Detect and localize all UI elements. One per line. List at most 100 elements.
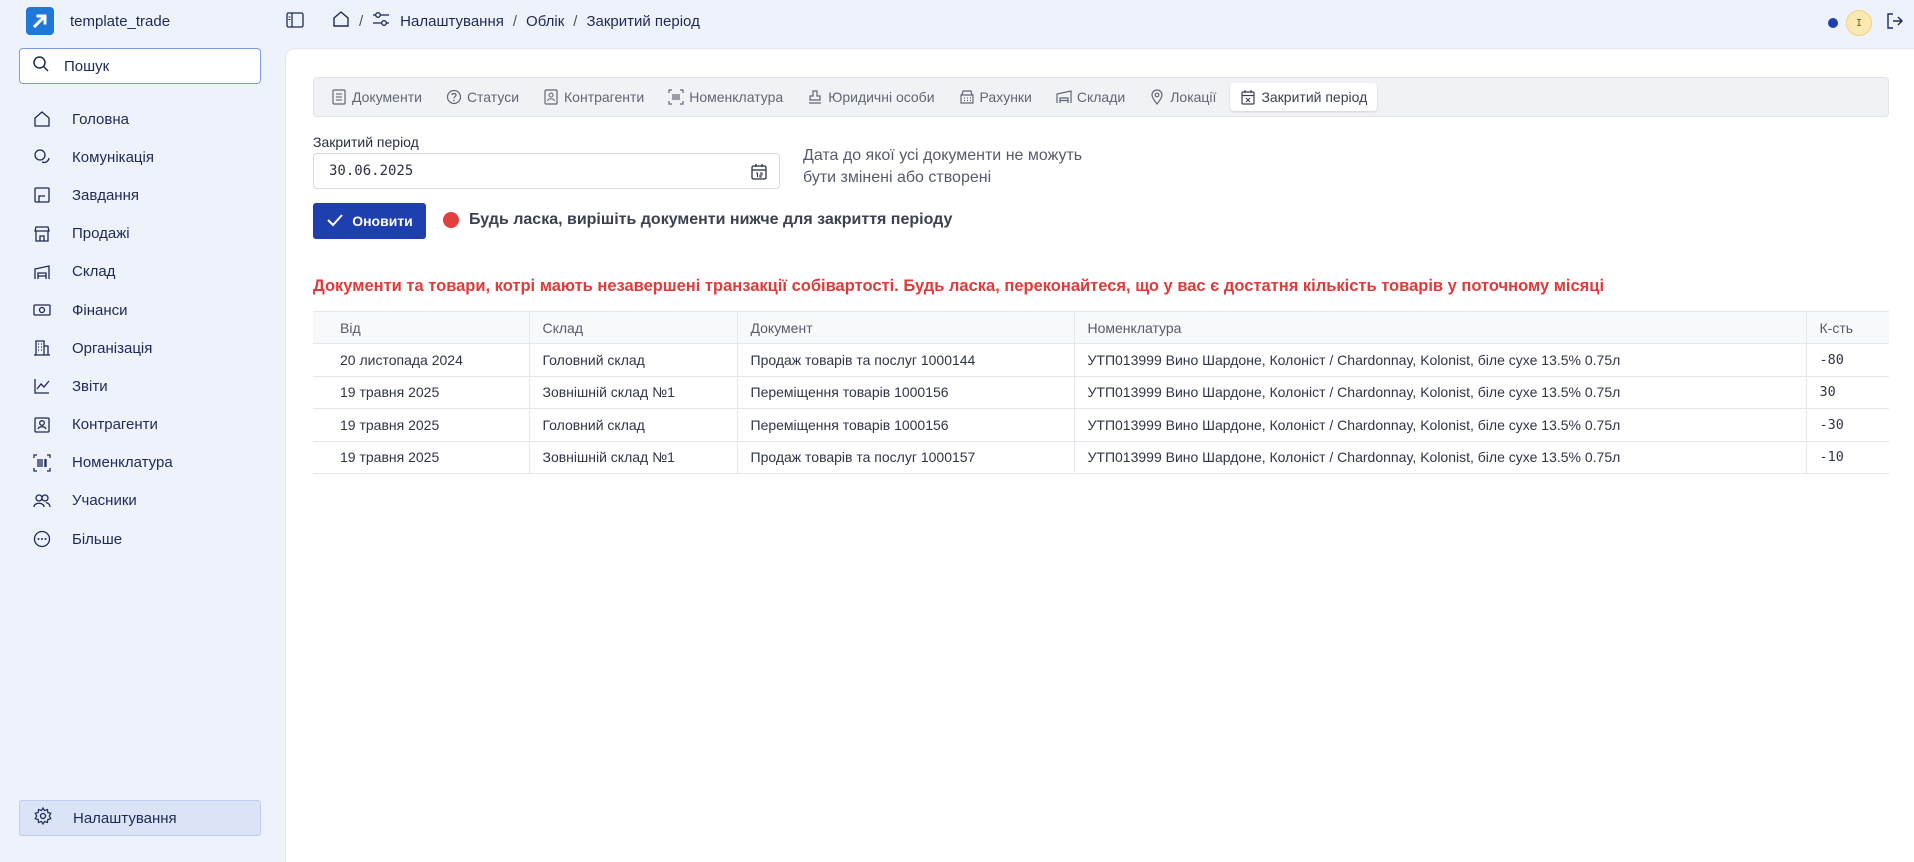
tab-label: Юридичні особи — [828, 89, 935, 105]
gear-icon — [34, 806, 52, 829]
cell-date: 19 травня 2025 — [313, 441, 529, 474]
tab-label: Закритий період — [1261, 89, 1368, 105]
sidebar-item-home[interactable]: Головна — [19, 100, 261, 138]
closed-period-date-input[interactable]: 30.06.2025 — [313, 153, 780, 189]
sidebar-item-contractors[interactable]: Контрагенти — [19, 406, 261, 444]
cell-nomenclature: УТП013999 Вино Шардоне, Колоніст / Chard… — [1073, 376, 1806, 409]
top-right-actions: I — [1828, 10, 1904, 36]
cell-warehouse: Зовнішній склад №1 — [528, 376, 737, 409]
table-row[interactable]: 19 травня 2025 Зовнішній склад №1 Перемі… — [313, 376, 1889, 409]
cell-quantity: -10 — [1805, 441, 1889, 474]
sidebar-item-label: Учасники — [72, 492, 137, 510]
search-icon — [32, 55, 50, 77]
cell-nomenclature: УТП013999 Вино Шардоне, Колоніст / Chard… — [1073, 441, 1806, 474]
contact-icon — [33, 416, 51, 434]
sidebar-item-label: Склад — [72, 263, 116, 281]
sidebar-item-settings[interactable]: Налаштування — [19, 800, 261, 836]
sidebar-toggle-icon[interactable] — [286, 12, 304, 28]
sidebar-item-label: Більше — [72, 530, 123, 548]
table-row[interactable]: 19 травня 2025 Головний склад Переміщенн… — [313, 408, 1889, 442]
calendar-icon[interactable] — [751, 163, 767, 184]
tab-label: Номенклатура — [689, 89, 784, 105]
sidebar-item-warehouse[interactable]: Склад — [19, 253, 261, 291]
tab-documents[interactable]: Документи — [321, 83, 432, 111]
cell-document[interactable]: Переміщення товарів 1000156 — [736, 408, 1074, 442]
refresh-button[interactable]: Оновити — [313, 203, 426, 239]
top-bar: / Налаштування / Облік / Закритий період… — [284, 0, 1914, 42]
sidebar-item-label: Продажі — [72, 225, 130, 243]
warning-message: Будь ласка, вирішіть документи нижче для… — [443, 211, 952, 229]
sidebar-item-label: Звіти — [72, 377, 108, 395]
cell-document[interactable]: Продаж товарів та послуг 1000144 — [736, 343, 1074, 377]
sidebar-item-label: Головна — [72, 110, 129, 128]
sidebar-item-participants[interactable]: Учасники — [19, 482, 261, 520]
cell-nomenclature: УТП013999 Вино Шардоне, Колоніст / Chard… — [1073, 408, 1806, 442]
search-input[interactable]: Пошук — [19, 48, 261, 84]
tab-label: Документи — [352, 89, 422, 105]
breadcrumb-accounting[interactable]: Облік — [526, 13, 564, 30]
sidebar-item-communication[interactable]: Комунікація — [19, 138, 261, 176]
tab-label: Склади — [1076, 89, 1126, 105]
warehouse-icon — [1056, 89, 1072, 105]
breadcrumb-settings[interactable]: Налаштування — [372, 11, 504, 31]
home-icon — [33, 110, 51, 128]
sidebar-item-label: Фінанси — [72, 301, 128, 319]
breadcrumb-separator: / — [573, 12, 578, 30]
table-row[interactable]: 20 листопада 2024 Головний склад Продаж … — [313, 343, 1889, 377]
column-header-warehouse[interactable]: Склад — [528, 311, 737, 344]
cell-warehouse: Зовнішній склад №1 — [528, 441, 737, 474]
breadcrumb-current: Закритий період — [586, 12, 700, 30]
calendar-icon — [1240, 89, 1256, 105]
cell-warehouse: Головний склад — [528, 408, 737, 442]
sidebar-item-reports[interactable]: Звіти — [19, 367, 261, 405]
tab-nomenclature[interactable]: Номенклатура — [658, 83, 793, 111]
building-icon — [33, 339, 51, 357]
sidebar: template_trade Пошук Головна Комунікація… — [0, 0, 284, 862]
stamp-icon — [807, 89, 823, 105]
sidebar-item-sales[interactable]: Продажі — [19, 215, 261, 253]
tab-warehouses[interactable]: Склади — [1046, 83, 1135, 111]
barcode-icon — [33, 454, 51, 472]
avatar[interactable]: I — [1846, 10, 1872, 36]
column-header-nomenclature[interactable]: Номенклатура — [1073, 311, 1806, 344]
settings-tabs: Документи Статуси Контрагенти Номенклату… — [313, 77, 1889, 117]
refresh-button-label: Оновити — [352, 213, 413, 229]
table-row[interactable]: 19 травня 2025 Зовнішній склад №1 Продаж… — [313, 441, 1889, 474]
unresolved-documents-table: Від Склад Документ Номенклатура К-сть 20… — [313, 311, 1889, 474]
app-header[interactable]: template_trade — [26, 7, 170, 35]
closed-period-label: Закритий період — [313, 134, 419, 150]
sidebar-item-organization[interactable]: Організація — [19, 329, 261, 367]
column-header-document[interactable]: Документ — [736, 311, 1074, 344]
error-title: Документи та товари, котрі мають незавер… — [313, 277, 1605, 295]
column-header-quantity[interactable]: К-сть — [1805, 311, 1889, 344]
sidebar-item-label: Номенклатура — [72, 454, 173, 472]
contact-icon — [543, 89, 559, 105]
breadcrumb-separator: / — [359, 12, 364, 30]
tab-legal-entities[interactable]: Юридичні особи — [797, 83, 944, 111]
sidebar-item-nomenclature[interactable]: Номенклатура — [19, 444, 261, 482]
tab-contractors[interactable]: Контрагенти — [533, 83, 654, 111]
cell-quantity: 30 — [1805, 376, 1889, 409]
sidebar-item-label: Контрагенти — [72, 416, 158, 434]
sidebar-item-more[interactable]: Більше — [19, 520, 261, 558]
money-icon — [33, 301, 51, 319]
breadcrumb: / Налаштування / Облік / Закритий період — [332, 10, 700, 32]
status-indicator — [1828, 18, 1838, 28]
sidebar-item-finance[interactable]: Фінанси — [19, 291, 261, 329]
column-header-from[interactable]: Від — [313, 311, 529, 344]
search-placeholder: Пошук — [64, 57, 110, 75]
tab-statuses[interactable]: Статуси — [436, 83, 529, 111]
sliders-icon — [372, 11, 390, 31]
chat-icon — [33, 148, 51, 166]
cell-document[interactable]: Продаж товарів та послуг 1000157 — [736, 441, 1074, 474]
cell-document[interactable]: Переміщення товарів 1000156 — [736, 376, 1074, 409]
tab-closed-period[interactable]: Закритий період — [1230, 83, 1378, 111]
home-icon[interactable] — [332, 10, 350, 32]
warning-text: Будь ласка, вирішіть документи нижче для… — [469, 211, 953, 228]
logout-icon[interactable] — [1886, 12, 1904, 34]
sidebar-item-tasks[interactable]: Завдання — [19, 176, 261, 214]
tab-locations[interactable]: Локації — [1139, 83, 1226, 111]
tab-accounts[interactable]: Рахунки — [949, 83, 1042, 111]
more-icon — [33, 530, 51, 548]
closed-period-hint: Дата до якої усі документи не можуть бут… — [803, 147, 1083, 186]
